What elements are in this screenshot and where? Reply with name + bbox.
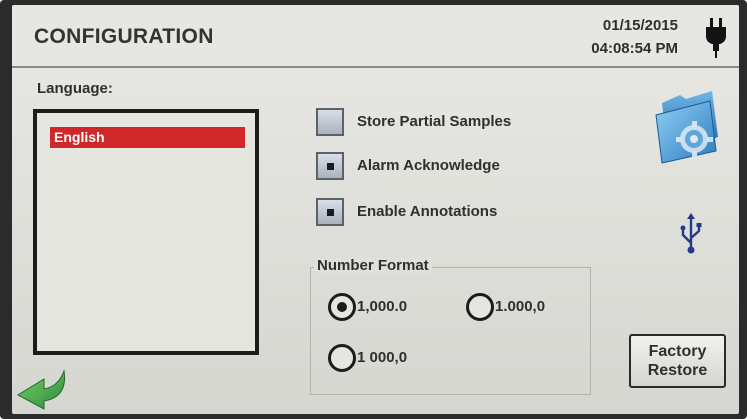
factory-restore-label-line1: Factory: [648, 343, 707, 360]
radio-selected-dot: [337, 302, 347, 312]
enable-annotations-label: Enable Annotations: [357, 203, 498, 220]
number-format-option-label: 1 000,0: [357, 349, 408, 366]
header-bar: CONFIGURATION 01/15/2015 04:08:54 PM: [12, 5, 739, 68]
number-format-label: Number Format: [314, 257, 432, 274]
radio-button[interactable]: [328, 293, 356, 321]
language-label: Language:: [37, 80, 113, 97]
back-arrow-icon[interactable]: [14, 367, 70, 411]
alarm-acknowledge-checkbox[interactable]: [316, 152, 344, 180]
time-display: 04:08:54 PM: [591, 40, 678, 57]
number-format-group: [310, 267, 591, 395]
folder-gear-icon[interactable]: [652, 89, 722, 165]
configuration-screen: CONFIGURATION 01/15/2015 04:08:54 PM Lan…: [12, 5, 739, 414]
checked-mark: [327, 163, 334, 170]
factory-restore-button[interactable]: Factory Restore: [629, 334, 726, 388]
page-title: CONFIGURATION: [34, 25, 214, 48]
language-item-english[interactable]: English: [50, 127, 245, 148]
alarm-acknowledge-label: Alarm Acknowledge: [357, 157, 500, 174]
number-format-option-label: 1,000.0: [357, 298, 408, 315]
factory-restore-label-line2: Restore: [647, 362, 708, 379]
enable-annotations-checkbox[interactable]: [316, 198, 344, 226]
store-partial-samples-label: Store Partial Samples: [357, 113, 512, 130]
plug-icon: [706, 18, 726, 58]
checked-mark: [327, 209, 334, 216]
radio-button[interactable]: [466, 293, 494, 321]
number-format-option-label: 1.000,0: [495, 298, 546, 315]
usb-icon: [680, 213, 702, 254]
date-display: 01/15/2015: [602, 17, 678, 34]
radio-button[interactable]: [328, 344, 356, 372]
store-partial-samples-checkbox[interactable]: [316, 108, 344, 136]
device-screen: CONFIGURATION 01/15/2015 04:08:54 PM Lan…: [0, 0, 747, 419]
language-list[interactable]: English: [33, 109, 259, 355]
